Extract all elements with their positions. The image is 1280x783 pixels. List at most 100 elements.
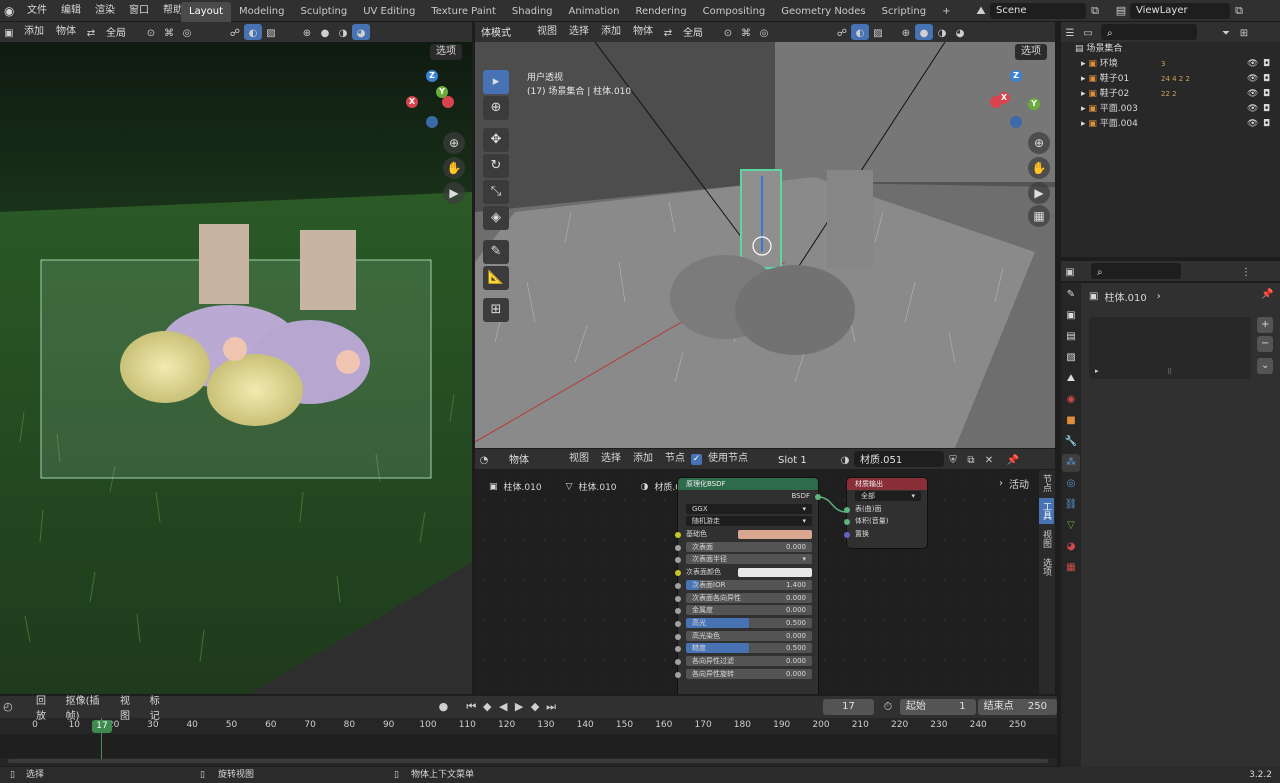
left-options-button[interactable]: 选项 xyxy=(430,44,462,60)
right-gizmo-icon[interactable]: ☍ xyxy=(833,24,851,40)
right-shading-solid-icon[interactable]: ● xyxy=(915,24,933,40)
tab-modeling[interactable]: Modeling xyxy=(231,2,293,22)
fake-user-icon[interactable]: ⛨ xyxy=(944,451,962,467)
tool-transform-icon[interactable]: ◈ xyxy=(483,206,509,230)
tab-layout[interactable]: Layout xyxy=(181,1,231,22)
menu-file[interactable]: 文件 xyxy=(20,0,54,22)
shading-rendered-icon[interactable]: ◕ xyxy=(352,24,370,40)
duplicate-material-icon[interactable]: ⧉ xyxy=(962,451,980,467)
modifier-icon[interactable]: 🔧 xyxy=(1062,433,1080,451)
outliner-display-mode-icon[interactable]: ▭ xyxy=(1079,24,1097,40)
left-transform-select[interactable]: 全局 xyxy=(100,24,142,40)
side-tab-options[interactable]: 选项 xyxy=(1039,554,1054,580)
tool-icon[interactable]: ✎ xyxy=(1062,286,1080,304)
right-viewport[interactable]: ▸ ⊕ ✥ ↻ ⤡ ◈ ✎ 📐 ⊞ 用户透视 (17) 场景集合 | 柱体.01… xyxy=(475,42,1055,448)
playhead-frame[interactable]: 17 xyxy=(92,720,112,733)
list-remove-icon[interactable]: − xyxy=(1257,336,1274,352)
overlay-icon[interactable]: ◐ xyxy=(244,24,262,40)
tab-compositing[interactable]: Compositing xyxy=(695,2,774,22)
unlink-material-icon[interactable]: ✕ xyxy=(980,451,998,467)
render-camera-icon[interactable]: ◘ xyxy=(1263,117,1270,132)
properties-search-input[interactable]: ⌕ xyxy=(1091,263,1181,279)
outliner-type-icon[interactable]: ☰ xyxy=(1061,24,1079,40)
particles-icon[interactable]: ⁂ xyxy=(1062,454,1080,472)
outliner-item[interactable]: ▸ ▣ 环境 3 👁 ◘ xyxy=(1061,57,1280,72)
right-snap-icon[interactable]: ⌘ xyxy=(737,24,755,40)
pivot-icon[interactable]: ⊙ xyxy=(142,24,160,40)
right-menu-add[interactable]: 添加 xyxy=(595,22,627,42)
properties-list-box[interactable]: ▸ ⠿ xyxy=(1089,317,1251,379)
tool-annotate-icon[interactable]: ✎ xyxy=(483,240,509,264)
right-options-button[interactable]: 选项 xyxy=(1015,44,1047,60)
tab-uv-editing[interactable]: UV Editing xyxy=(355,2,423,22)
right-menu-view[interactable]: 视图 xyxy=(531,22,563,42)
tab-geometry-nodes[interactable]: Geometry Nodes xyxy=(773,2,873,22)
node-menu-select[interactable]: 选择 xyxy=(595,449,627,469)
gizmo-y-icon[interactable]: Y xyxy=(436,86,448,98)
tab-shading[interactable]: Shading xyxy=(504,2,561,22)
scene-field[interactable]: Scene xyxy=(990,3,1086,19)
outliner-item[interactable]: ▸ ▣ 平面.003 👁 ◘ xyxy=(1061,102,1280,117)
visibility-eye-icon[interactable]: 👁 xyxy=(1247,102,1258,117)
tab-scripting[interactable]: Scripting xyxy=(874,2,934,22)
tool-rotate-icon[interactable]: ↻ xyxy=(483,154,509,178)
tool-select-icon[interactable]: ▸ xyxy=(483,70,509,94)
material-browse-icon[interactable]: ◑ xyxy=(836,451,854,467)
list-resize-icon[interactable]: ⠿ xyxy=(1167,368,1172,376)
right-menu-select[interactable]: 选择 xyxy=(563,22,595,42)
scene-icon[interactable]: ⛰ xyxy=(972,3,990,19)
outliner-root[interactable]: ▤ 场景集合 xyxy=(1061,42,1280,57)
node-menu-node[interactable]: 节点 xyxy=(659,449,691,469)
right-gizmo-z-icon[interactable]: Z xyxy=(1010,70,1022,82)
visibility-eye-icon[interactable]: 👁 xyxy=(1247,117,1258,132)
side-tab-tool[interactable]: 工具 xyxy=(1039,498,1054,524)
right-gizmo-z-neg-icon[interactable] xyxy=(1010,116,1022,128)
nav-gizmo[interactable]: Z X Y xyxy=(404,68,460,130)
right-shading-wire-icon[interactable]: ⊕ xyxy=(897,24,915,40)
node-editor[interactable]: ▣ 柱体.010 ▽ 柱体.010 ◑ 材质.051 原理化BSDF BSDF … xyxy=(475,470,1055,694)
gizmo-x-neg-icon[interactable]: X xyxy=(406,96,418,108)
outliner-item[interactable]: ▸ ▣ 鞋子01 24 4 2 2 👁 ◘ xyxy=(1061,72,1280,87)
gizmo-z-neg-icon[interactable] xyxy=(426,116,438,128)
right-xray-icon[interactable]: ▨ xyxy=(869,24,887,40)
camera-view-icon[interactable]: ▶ xyxy=(443,182,465,204)
expand-chevron-icon[interactable]: › xyxy=(999,478,1003,489)
tool-scale-icon[interactable]: ⤡ xyxy=(483,180,509,204)
right-ortho-grid-icon[interactable]: ▦ xyxy=(1028,205,1050,227)
tool-cursor-icon[interactable]: ⊕ xyxy=(483,96,509,120)
pan-hand-icon[interactable]: ✋ xyxy=(443,157,465,179)
object-icon[interactable]: ■ xyxy=(1062,412,1080,430)
tab-texture-paint[interactable]: Texture Paint xyxy=(423,2,504,22)
mode-select[interactable]: 体模式 xyxy=(475,24,531,40)
menu-render[interactable]: 渲染 xyxy=(88,0,122,22)
left-menu-object[interactable]: 物体 xyxy=(50,22,82,42)
show-gizmo-icon[interactable]: ☍ xyxy=(226,24,244,40)
outliner-filter-icon[interactable]: ⏷ xyxy=(1217,24,1235,40)
tool-add-cube-icon[interactable]: ⊞ xyxy=(483,298,509,322)
side-tab-view[interactable]: 视图 xyxy=(1039,526,1054,552)
render-camera-icon[interactable]: ◘ xyxy=(1263,87,1270,102)
proportional-icon[interactable]: ◎ xyxy=(178,24,196,40)
scene-icon[interactable]: ⛰ xyxy=(1062,370,1080,388)
render-camera-icon[interactable]: ◘ xyxy=(1263,57,1270,72)
node-menu-add[interactable]: 添加 xyxy=(627,449,659,469)
node-editor-type-icon[interactable]: ◔ xyxy=(475,451,493,467)
gizmo-x-icon[interactable] xyxy=(442,96,454,108)
output-icon[interactable]: ▤ xyxy=(1062,328,1080,346)
right-zoom-icon[interactable]: ⊕ xyxy=(1028,132,1050,154)
right-gizmo-y-icon[interactable]: Y xyxy=(1028,98,1040,110)
timeline-scrollbar[interactable] xyxy=(8,759,1048,763)
view-layer-icon[interactable]: ▧ xyxy=(1062,349,1080,367)
world-icon[interactable]: ◉ xyxy=(1062,391,1080,409)
physics-icon[interactable]: ◎ xyxy=(1062,475,1080,493)
outliner-search-input[interactable]: ⌕ xyxy=(1101,24,1197,40)
outliner-new-collection-icon[interactable]: ⊞ xyxy=(1235,24,1253,40)
tool-measure-icon[interactable]: 📐 xyxy=(483,266,509,290)
snap-icon[interactable]: ⌘ xyxy=(160,24,178,40)
blender-logo-icon[interactable]: ◉ xyxy=(4,4,20,18)
left-viewport[interactable]: Z X Y ⊕ ✋ ▶ 选项 xyxy=(0,42,472,694)
side-tab-node[interactable]: 节点 xyxy=(1039,470,1054,496)
shading-solid-icon[interactable]: ● xyxy=(316,24,334,40)
tab-rendering[interactable]: Rendering xyxy=(628,2,695,22)
outliner-item[interactable]: ▸ ▣ 平面.004 👁 ◘ xyxy=(1061,117,1280,132)
